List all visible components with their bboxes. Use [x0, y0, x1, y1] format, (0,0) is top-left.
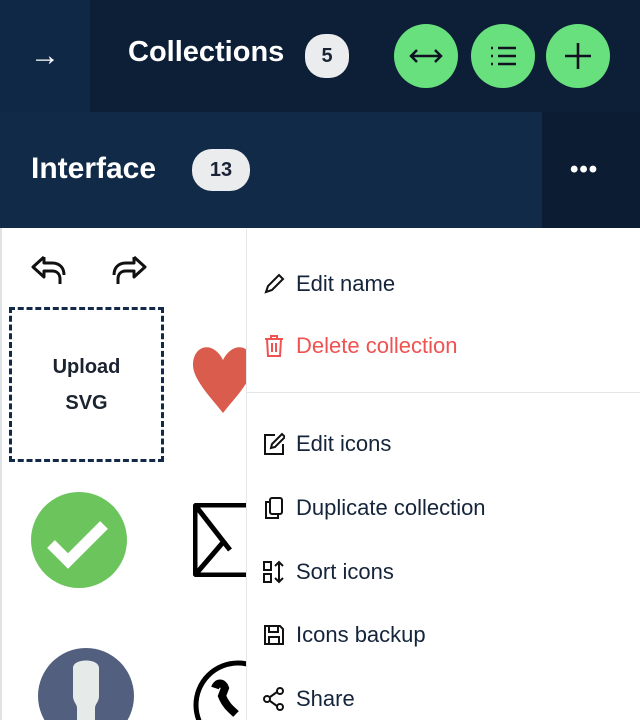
- share-icon: [262, 687, 286, 711]
- trash-icon: [262, 334, 286, 358]
- undo-icon[interactable]: [30, 254, 70, 286]
- pencil-icon: [262, 272, 286, 296]
- more-options-button[interactable]: •••: [570, 156, 598, 184]
- menu-label: Edit icons: [296, 431, 392, 456]
- phone-icon[interactable]: [193, 660, 253, 720]
- save-icon: [262, 623, 286, 647]
- menu-item-duplicate-collection[interactable]: Duplicate collection: [262, 495, 486, 521]
- menu-item-delete-collection[interactable]: Delete collection: [262, 333, 457, 359]
- page-title: Collections: [128, 36, 285, 68]
- arrow-right-icon: →: [30, 39, 60, 72]
- collection-name: Interface: [31, 152, 157, 185]
- menu-item-edit-name[interactable]: Edit name: [262, 271, 395, 297]
- heart-icon[interactable]: [193, 340, 253, 430]
- envelope-icon[interactable]: [193, 503, 253, 577]
- menu-label: Icons backup: [296, 622, 426, 647]
- menu-label: Share: [296, 686, 355, 711]
- menu-label: Delete collection: [296, 333, 458, 358]
- menu-label: Edit name: [296, 271, 396, 296]
- upload-svg-button[interactable]: Upload SVG: [9, 307, 164, 462]
- sort-icon: [262, 560, 286, 584]
- icon-count-badge: 13: [192, 149, 250, 191]
- menu-label: Sort icons: [296, 559, 394, 584]
- upload-label: Upload: [52, 355, 121, 378]
- expand-button[interactable]: [394, 24, 458, 88]
- menu-item-icons-backup[interactable]: Icons backup: [262, 622, 426, 648]
- menu-label: Duplicate collection: [296, 495, 486, 520]
- expand-horizontal-icon: [409, 49, 443, 63]
- menu-item-sort-icons[interactable]: Sort icons: [262, 559, 394, 585]
- list-icon: [491, 46, 516, 66]
- menu-item-edit-icons[interactable]: Edit icons: [262, 431, 391, 457]
- edit-square-icon: [262, 432, 286, 456]
- upload-label-svg: SVG: [65, 391, 108, 414]
- menu-divider: [246, 392, 640, 393]
- list-view-button[interactable]: [471, 24, 535, 88]
- copy-icon: [262, 496, 286, 520]
- redo-icon[interactable]: [108, 254, 148, 286]
- menu-item-share[interactable]: Share: [262, 686, 355, 712]
- collections-count-badge: 5: [305, 34, 349, 78]
- plus-icon: [565, 43, 591, 69]
- add-collection-button[interactable]: [546, 24, 610, 88]
- user-avatar-icon[interactable]: [37, 648, 135, 720]
- back-button[interactable]: →: [0, 0, 90, 112]
- check-circle-icon[interactable]: [31, 492, 127, 588]
